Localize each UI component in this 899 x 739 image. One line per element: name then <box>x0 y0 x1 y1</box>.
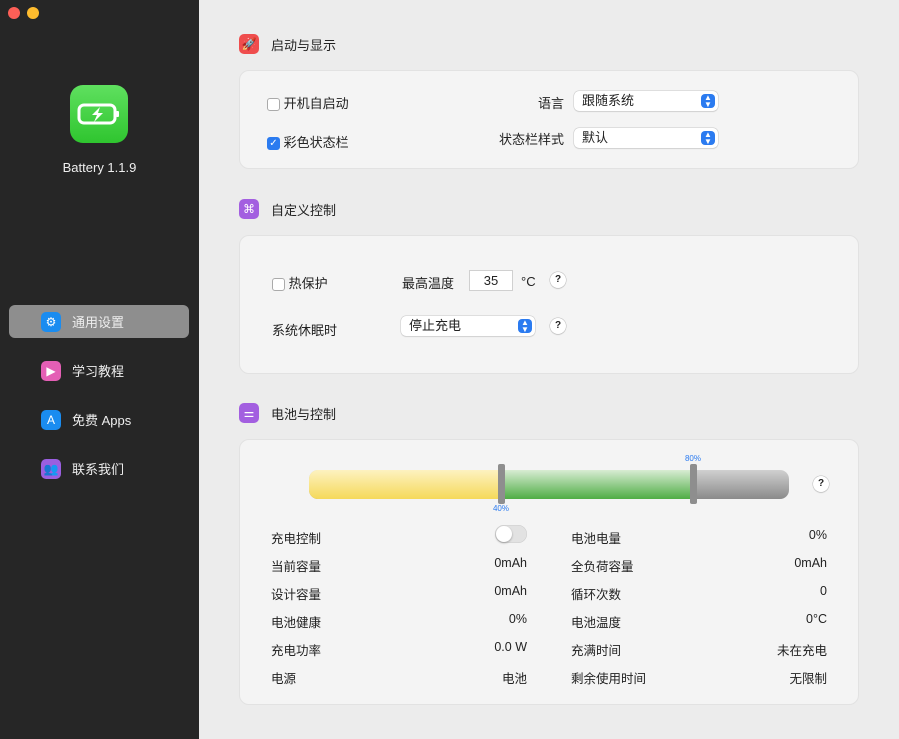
stat-label: 充电功率 <box>271 640 321 659</box>
sidebar-item-label: 免费 Apps <box>72 410 131 429</box>
app-store-icon: A <box>41 410 61 430</box>
statusbar-style-select[interactable]: 默认 ▲▼ <box>574 128 718 148</box>
stat-label: 电源 <box>271 668 296 687</box>
app-version: Battery 1.1.9 <box>0 160 199 175</box>
checkbox-label: 热保护 <box>289 276 328 291</box>
launch-at-login-checkbox[interactable]: 开机自启动 <box>267 93 349 112</box>
sidebar-item-label: 学习教程 <box>72 361 124 380</box>
stat-value: 0% <box>427 612 527 626</box>
sidebar-item-label: 联系我们 <box>72 459 124 478</box>
battery-help-button[interactable]: ? <box>813 476 829 492</box>
high-limit-handle[interactable] <box>690 464 697 504</box>
chevron-updown-icon: ▲▼ <box>701 94 715 108</box>
stat-label: 剩余使用时间 <box>571 668 646 687</box>
checkbox-label: 彩色状态栏 <box>284 135 349 150</box>
sidebar-item-tutorial[interactable]: ▶ 学习教程 <box>9 354 189 387</box>
max-temp-input[interactable]: 35 <box>469 270 513 291</box>
section-custom-header: ⌘ 自定义控制 <box>239 199 336 219</box>
stat-label: 设计容量 <box>271 584 321 603</box>
section-startup-header: 🚀 启动与显示 <box>239 34 336 54</box>
sleep-select[interactable]: 停止充电 ▲▼ <box>401 316 535 336</box>
charge-control-toggle[interactable] <box>495 525 527 543</box>
sidebar-item-label: 通用设置 <box>72 312 124 331</box>
sleep-help-button[interactable]: ? <box>550 318 566 334</box>
select-value: 停止充电 <box>409 318 461 333</box>
stat-label: 当前容量 <box>271 556 321 575</box>
stat-value: 0mAh <box>427 584 527 598</box>
stat-value: 0mAh <box>727 556 827 570</box>
max-temp-label: 最高温度 <box>402 273 454 292</box>
stat-label: 全负荷容量 <box>571 556 634 575</box>
temp-help-button[interactable]: ? <box>550 272 566 288</box>
section-title: 启动与显示 <box>271 35 336 54</box>
section-battery-header: ⚌ 电池与控制 <box>239 403 336 423</box>
command-icon: ⌘ <box>239 199 259 219</box>
stat-value: 0 <box>727 584 827 598</box>
stat-label: 电池温度 <box>571 612 621 631</box>
gear-icon: ⚙ <box>41 312 61 332</box>
stat-value: 未在充电 <box>727 640 827 659</box>
checkbox-label: 开机自启动 <box>284 96 349 111</box>
toggle-knob <box>496 526 512 542</box>
stat-label: 充满时间 <box>571 640 621 659</box>
rocket-icon: 🚀 <box>239 34 259 54</box>
stat-value: 无限制 <box>727 668 827 687</box>
low-limit-handle[interactable] <box>498 464 505 504</box>
sliders-icon: ⚌ <box>239 403 259 423</box>
heat-protect-checkbox[interactable]: 热保护 <box>272 273 328 292</box>
chevron-updown-icon: ▲▼ <box>701 131 715 145</box>
low-range-segment <box>309 470 501 499</box>
sleep-label: 系统休眠时 <box>272 320 337 339</box>
stat-label: 循环次数 <box>571 584 621 603</box>
stat-value: 0.0 W <box>427 640 527 654</box>
section-title: 电池与控制 <box>271 404 336 423</box>
minimize-button[interactable] <box>27 7 39 19</box>
close-button[interactable] <box>8 7 20 19</box>
sidebar: Battery 1.1.9 ⚙ 通用设置 ▶ 学习教程 A 免费 Apps 👥 联系我们 <box>0 0 199 739</box>
temp-unit: °C <box>521 274 536 289</box>
select-value: 跟随系统 <box>582 93 634 108</box>
stat-value: 0% <box>727 528 827 542</box>
chevron-updown-icon: ▲▼ <box>518 319 532 333</box>
battery-panel: 40% 80% ? 充电控制当前容量 0mAh 设计容量 0mAh 电池健康 0% 充电功率… <box>239 439 859 705</box>
high-limit-label: 80% <box>678 454 708 463</box>
sidebar-item-free-apps[interactable]: A 免费 Apps <box>9 403 189 436</box>
language-select[interactable]: 跟随系统 ▲▼ <box>574 91 718 111</box>
startup-panel: 开机自启动 ✓ 彩色状态栏 语言 跟随系统 ▲▼ 状态栏样式 默认 ▲▼ <box>239 70 859 169</box>
stat-label: 电池健康 <box>271 612 321 631</box>
color-status-checkbox[interactable]: ✓ 彩色状态栏 <box>267 132 349 151</box>
stat-label: 充电控制 <box>271 528 321 547</box>
video-icon: ▶ <box>41 361 61 381</box>
battery-bolt-icon <box>77 102 121 126</box>
charge-range-bar <box>309 470 789 499</box>
contacts-icon: 👥 <box>41 459 61 479</box>
section-title: 自定义控制 <box>271 200 336 219</box>
low-limit-label: 40% <box>486 504 516 513</box>
statusbar-style-label: 状态栏样式 <box>460 129 564 148</box>
stat-label: 电池电量 <box>571 528 621 547</box>
custom-panel: 热保护 最高温度 35 °C ? 系统休眠时 停止充电 ▲▼ ? <box>239 235 859 374</box>
stat-value: 0mAh <box>427 556 527 570</box>
stat-value: 0°C <box>727 612 827 626</box>
sidebar-item-general[interactable]: ⚙ 通用设置 <box>9 305 189 338</box>
language-label: 语言 <box>480 93 564 112</box>
charge-range-segment <box>501 470 693 499</box>
app-logo <box>70 85 128 143</box>
select-value: 默认 <box>582 130 608 145</box>
stat-value: 电池 <box>427 668 527 687</box>
sidebar-item-contact[interactable]: 👥 联系我们 <box>9 452 189 485</box>
